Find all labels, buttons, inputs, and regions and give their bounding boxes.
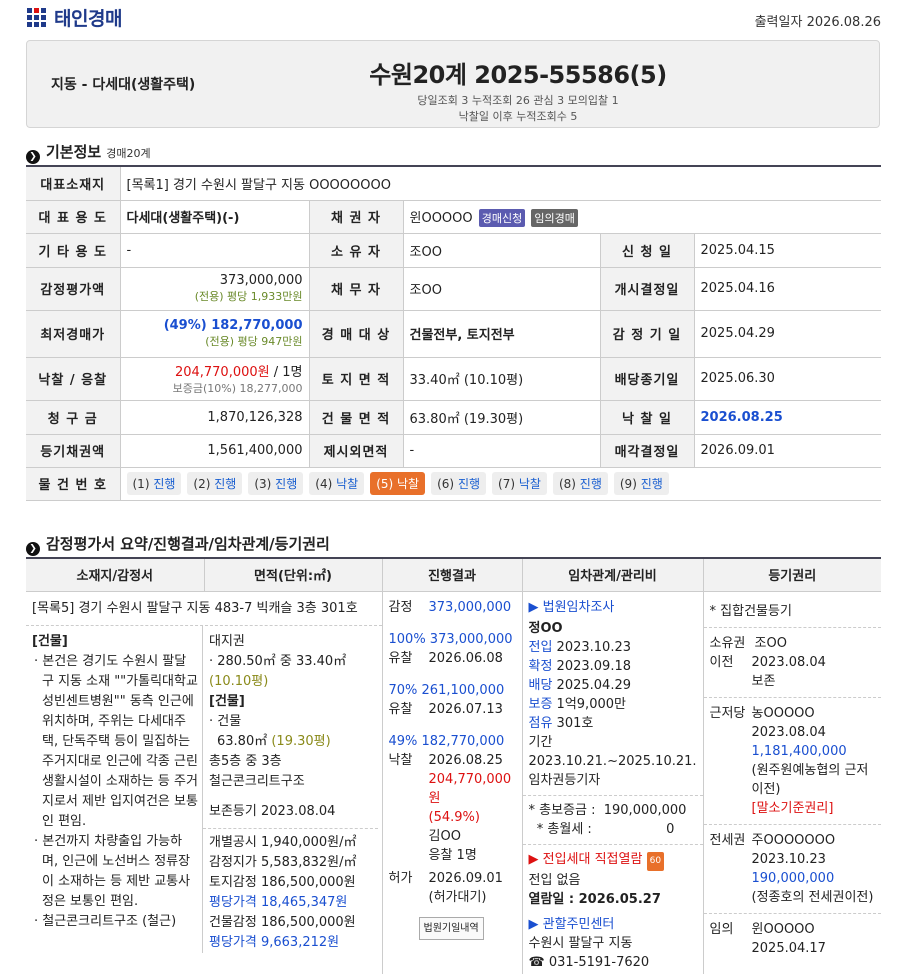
item-9-button[interactable]: (9) 진행 bbox=[613, 472, 669, 495]
view-stats-after: 낙찰일 이후 누적조회수 5 bbox=[458, 110, 578, 123]
item-1-button[interactable]: (1) 진행 bbox=[126, 472, 182, 495]
auction-apply-badge: 경매신청 bbox=[478, 208, 526, 227]
summary-table: 소재지/감정서 면적(단위:㎡) 진행결과 임차관계/관리비 등기권리 [목록5… bbox=[26, 557, 881, 974]
item-4-button[interactable]: (4) 낙찰 bbox=[309, 472, 365, 495]
item-number-list: (1) 진행 (2) 진행 (3) 진행 (4) 낙찰 (5) 낙찰 (6) 진… bbox=[126, 472, 876, 495]
appraisal-value: 373,000,000 (전용) 평당 1,933만원 bbox=[120, 267, 310, 311]
use-value: 다세대(생활주택)(-) bbox=[120, 200, 310, 234]
chevron-right-icon: ❯ bbox=[26, 150, 40, 164]
voluntary-auction-badge: 임의경매 bbox=[531, 208, 578, 227]
case-number: 수원20계 2025-55586(5) bbox=[369, 61, 667, 89]
appraisal-notes: [건물] · 본건은 경기도 수원시 팔달구 지동 소재 ""가톨릭대학교 성빈… bbox=[26, 625, 203, 953]
community-center-link[interactable]: ▶ 관할주민센터 bbox=[529, 915, 697, 934]
resident-inspection-link[interactable]: ▶ 전입세대 직접열람 60 bbox=[529, 850, 697, 871]
print-date: 출력일자 2026.08.26 bbox=[754, 15, 881, 30]
item-6-button[interactable]: (6) 진행 bbox=[431, 472, 487, 495]
item-5-button[interactable]: (5) 낙찰 bbox=[370, 472, 426, 495]
registry-cell: * 집합건물등기 소유권 조OO 이전 2023.08.04 보존 근저당 농OOOO… bbox=[703, 591, 881, 974]
progress-cell: 감정 373,000,000 100% 373,000,000 유찰 2026.06… bbox=[382, 591, 523, 974]
item-8-button[interactable]: (8) 진행 bbox=[552, 472, 608, 495]
view-stats: 당일조회 3 누적조회 26 관심 3 모의입찰 1 bbox=[417, 94, 619, 107]
item-7-button[interactable]: (7) 낙찰 bbox=[492, 472, 547, 495]
logo-grid-icon bbox=[27, 8, 46, 27]
area-details: 대지권 · 280.50㎡ 중 33.40㎡ (10.10평) [건물] · 건… bbox=[203, 626, 382, 953]
court-dates-button[interactable]: 법원기일내역 bbox=[418, 916, 484, 940]
chevron-right-icon: ❯ bbox=[26, 542, 40, 556]
basic-info-title: ❯ 기본정보 경매20계 bbox=[26, 141, 151, 164]
creditor-value: 윈OOOOO 경매신청 임의경매 bbox=[403, 200, 881, 234]
address-value: [목록1] 경기 수원시 팔달구 지동 OOOOOOOO bbox=[120, 166, 881, 201]
case-header: 지동 - 다세대(생활주택) 수원20계 2025-55586(5) 당일조회 … bbox=[26, 40, 880, 128]
basic-info-table: 대표소재지 [목록1] 경기 수원시 팔달구 지동 OOOOOOOO 대 표 용… bbox=[26, 165, 881, 501]
min-price-value: (49%) 182,770,000 (전용) 평당 947만원 bbox=[120, 310, 310, 358]
location-appraisal-cell: [목록5] 경기 수원시 팔달구 지동 483-7 빅캐슬 3층 301호 [건… bbox=[26, 591, 383, 974]
item-3-button[interactable]: (3) 진행 bbox=[248, 472, 304, 495]
item-2-button[interactable]: (2) 진행 bbox=[187, 472, 243, 495]
tenant-cell: ▶ 법원임차조사 정OO 전입 2023.10.23 확정 2023.09.18… bbox=[522, 591, 704, 974]
brand-logo[interactable]: 태인경매 bbox=[27, 4, 122, 31]
brand-name: 태인경매 bbox=[54, 8, 122, 30]
court-tenant-survey-link[interactable]: ▶ 법원임차조사 bbox=[529, 598, 697, 617]
summary-title: ❯ 감정평가서 요약/진행결과/임차관계/등기권리 bbox=[26, 533, 330, 556]
location-text: [목록5] 경기 수원시 팔달구 지동 483-7 빅캐슬 3층 301호 bbox=[26, 592, 382, 626]
bid-value: 204,770,000원 / 1명 보증금(10%) 18,277,000 bbox=[120, 357, 310, 401]
